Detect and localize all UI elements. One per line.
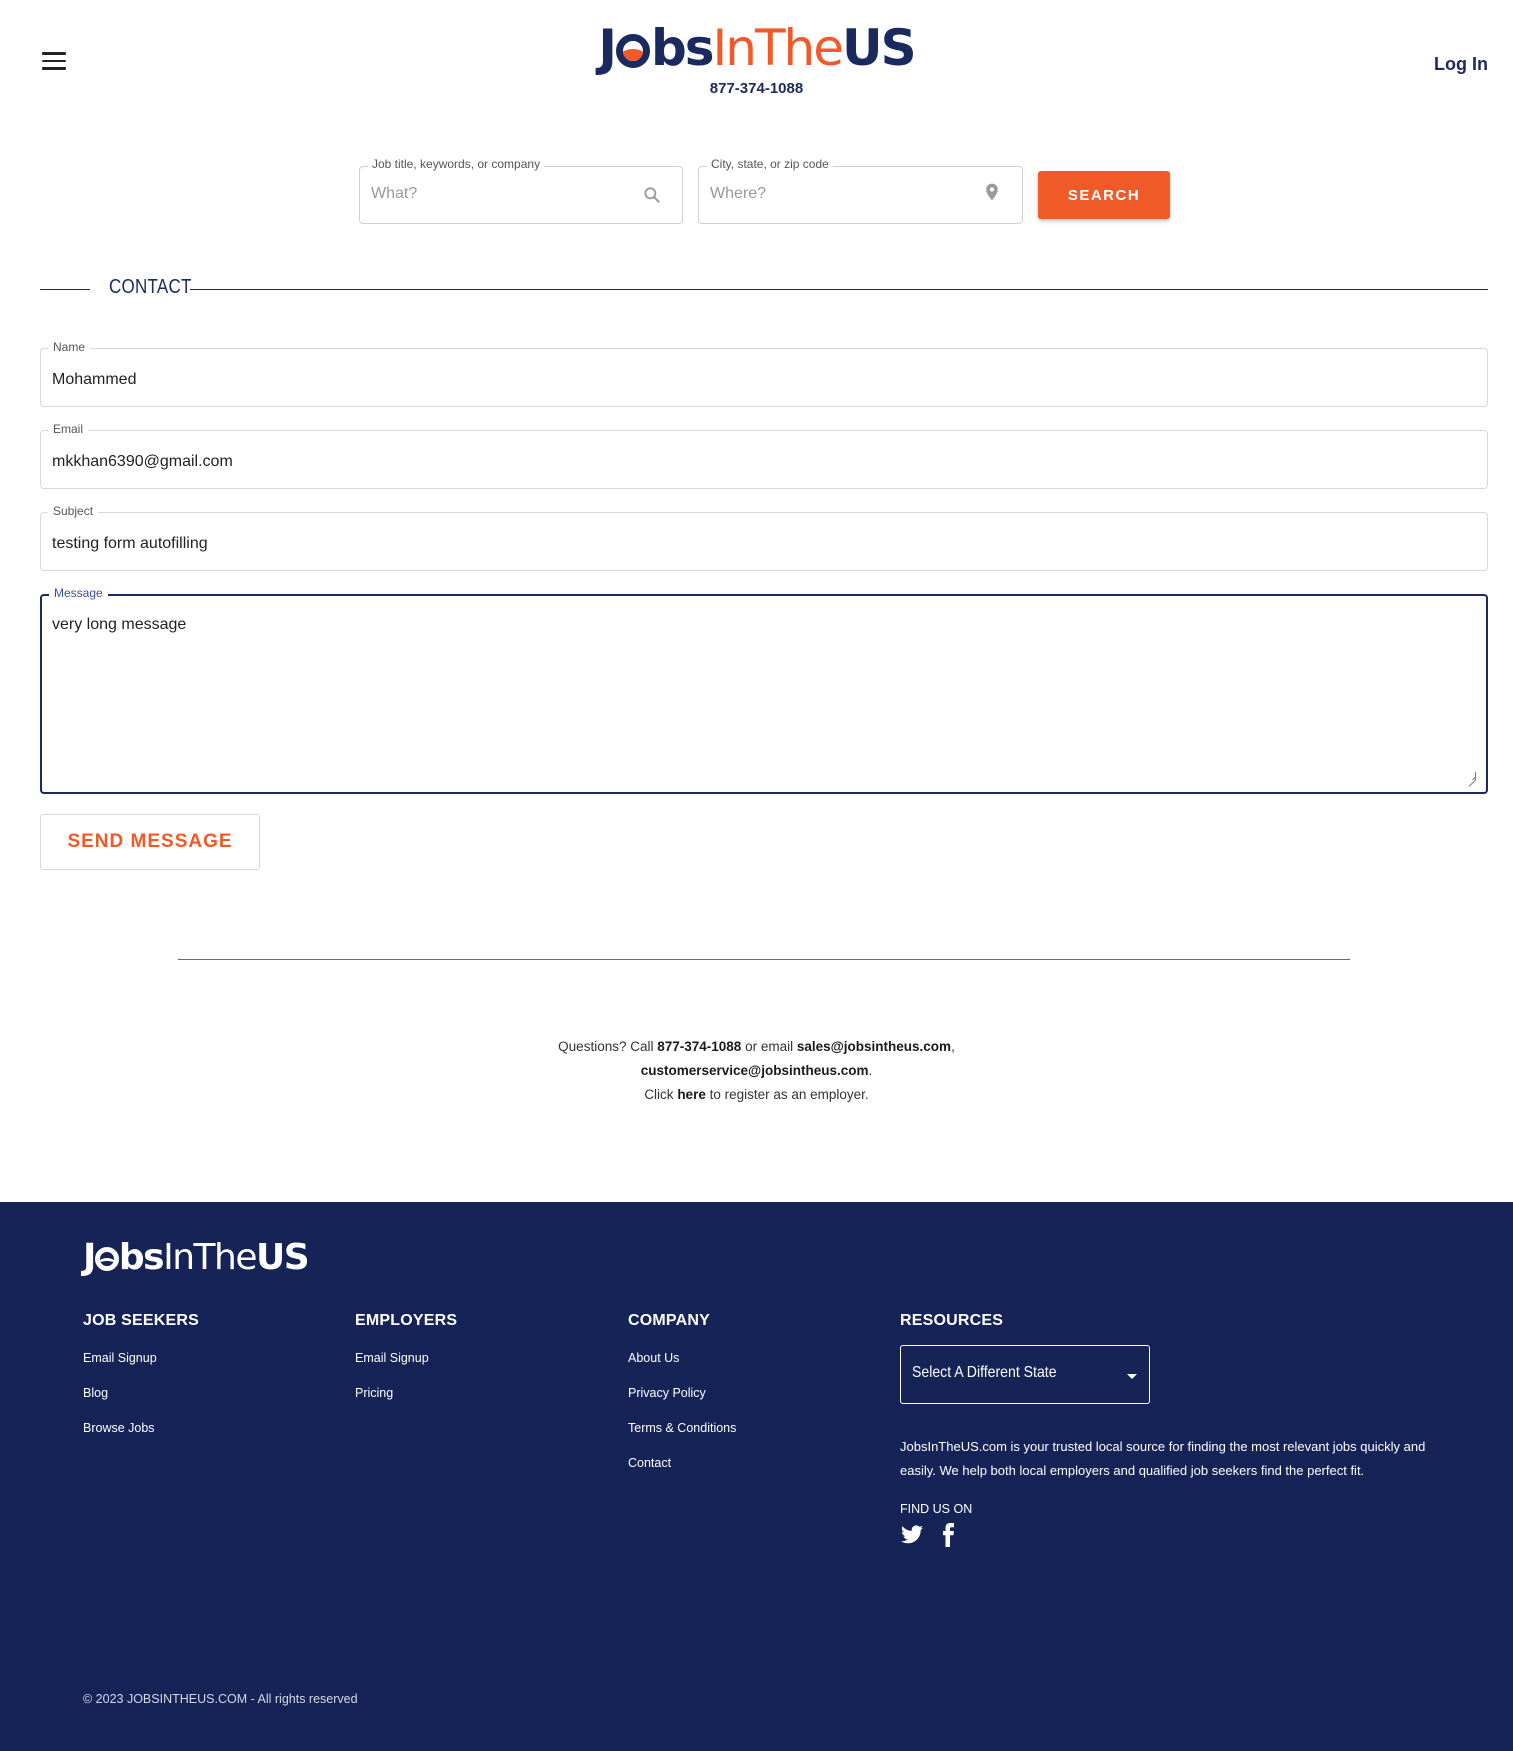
footer-column-employers: EMPLOYERS Email Signup Pricing <box>355 1312 457 1420</box>
footer-column-title: COMPANY <box>628 1312 710 1329</box>
message-field-label: Message <box>49 586 108 600</box>
footer-link-pricing[interactable]: Pricing <box>355 1385 457 1402</box>
state-select-value: Select A Different State <box>912 1364 1057 1381</box>
footer-link-about-us[interactable]: About Us <box>628 1350 736 1367</box>
search-button[interactable]: SEARCH <box>1038 171 1170 219</box>
questions-line-2: customerservice@jobsintheus.com. <box>0 1059 1513 1083</box>
questions-text: Questions? Call 877-374-1088 or email sa… <box>0 1035 1513 1107</box>
sales-email-link[interactable]: sales@jobsintheus.com <box>797 1039 951 1054</box>
message-field[interactable]: Message <box>40 586 1488 794</box>
name-input[interactable] <box>52 371 1452 389</box>
footer-link-email-signup[interactable]: Email Signup <box>83 1350 199 1367</box>
customerservice-email-link[interactable]: customerservice@jobsintheus.com <box>641 1063 869 1078</box>
footer-link-privacy-policy[interactable]: Privacy Policy <box>628 1385 736 1402</box>
click-prefix: Click <box>644 1087 678 1102</box>
questions-line-3: Click here to register as an employer. <box>0 1083 1513 1107</box>
email-input[interactable] <box>52 453 1452 471</box>
subject-field[interactable]: Subject <box>40 504 1488 571</box>
where-input[interactable] <box>710 185 960 203</box>
questions-period: . <box>868 1063 873 1078</box>
logo-text-bs: bs <box>650 19 715 77</box>
name-field[interactable]: Name <box>40 340 1488 407</box>
copyright-text: © 2023 JOBSINTHEUS.COM - All rights rese… <box>83 1692 358 1706</box>
footer-column-title: JOB SEEKERS <box>83 1312 200 1329</box>
name-field-label: Name <box>48 340 91 354</box>
what-field-label: Job title, keywords, or company <box>368 157 545 171</box>
employer-register-link[interactable]: here <box>677 1087 706 1102</box>
site-logo[interactable]: JbsInTheUS <box>0 18 1513 78</box>
subject-input[interactable] <box>52 535 1452 553</box>
search-icon[interactable] <box>642 185 662 205</box>
contact-divider-left <box>40 289 90 290</box>
footer-column-job-seekers: JOB SEEKERS Email Signup Blog Browse Job… <box>83 1312 199 1455</box>
footer-column-company: COMPANY About Us Privacy Policy Terms & … <box>628 1312 736 1490</box>
site-footer: JbsInTheUS JOB SEEKERS Email Signup Blog… <box>0 1202 1513 1751</box>
footer-link-browse-jobs[interactable]: Browse Jobs <box>83 1420 199 1437</box>
email-field-label: Email <box>48 422 89 436</box>
find-us-label: FIND US ON <box>900 1502 973 1516</box>
footer-logo-us: US <box>256 1237 310 1278</box>
send-message-button[interactable]: SEND MESSAGE <box>40 814 260 870</box>
footer-link-terms[interactable]: Terms & Conditions <box>628 1420 736 1437</box>
footer-logo[interactable]: JbsInTheUS <box>83 1237 310 1278</box>
message-textarea[interactable] <box>52 616 1472 776</box>
footer-about-text: JobsInTheUS.com is your trusted local so… <box>900 1439 1426 1478</box>
twitter-icon[interactable] <box>900 1523 924 1547</box>
state-select[interactable]: Select A Different State <box>900 1345 1150 1404</box>
questions-mid: or email <box>741 1039 797 1054</box>
logo-text-j: J <box>598 19 617 77</box>
click-suffix: to register as an employer. <box>705 1087 869 1102</box>
what-input[interactable] <box>371 185 621 203</box>
header-phone[interactable]: 877-374-1088 <box>0 80 1513 97</box>
questions-line-1: Questions? Call 877-374-1088 or email sa… <box>0 1035 1513 1059</box>
contact-divider-right <box>190 289 1488 290</box>
footer-logo-swoosh-icon <box>94 1247 119 1271</box>
logo-text-inthe: InThe <box>712 19 844 77</box>
logo-text-us: US <box>841 19 917 77</box>
login-link[interactable]: Log In <box>1434 54 1488 75</box>
chevron-down-icon <box>1127 1374 1137 1379</box>
resize-handle-icon[interactable] <box>1468 772 1476 780</box>
what-field[interactable]: Job title, keywords, or company <box>359 157 683 224</box>
email-field[interactable]: Email <box>40 422 1488 489</box>
footer-column-title: RESOURCES <box>900 1312 1004 1329</box>
questions-phone[interactable]: 877-374-1088 <box>657 1039 741 1054</box>
questions-comma: , <box>951 1039 955 1054</box>
questions-prefix: Questions? Call <box>558 1039 658 1054</box>
footer-logo-inthe: InThe <box>163 1237 257 1278</box>
footer-link-contact[interactable]: Contact <box>628 1455 736 1472</box>
footer-link-employer-email-signup[interactable]: Email Signup <box>355 1350 457 1367</box>
contact-title: CONTACT <box>109 276 192 298</box>
footer-logo-j: J <box>83 1237 96 1278</box>
facebook-icon[interactable] <box>936 1523 960 1547</box>
footer-column-title: EMPLOYERS <box>355 1312 458 1329</box>
site-header: JbsInTheUS 877-374-1088 Log In <box>0 0 1513 120</box>
logo-swoosh-icon <box>615 34 650 68</box>
where-field-label: City, state, or zip code <box>707 157 833 171</box>
footer-logo-bs: bs <box>118 1237 165 1278</box>
subject-field-label: Subject <box>48 504 99 518</box>
location-pin-icon[interactable] <box>982 182 1002 202</box>
social-links <box>900 1523 960 1547</box>
section-divider <box>178 959 1350 960</box>
where-field[interactable]: City, state, or zip code <box>698 157 1023 224</box>
footer-link-blog[interactable]: Blog <box>83 1385 199 1402</box>
